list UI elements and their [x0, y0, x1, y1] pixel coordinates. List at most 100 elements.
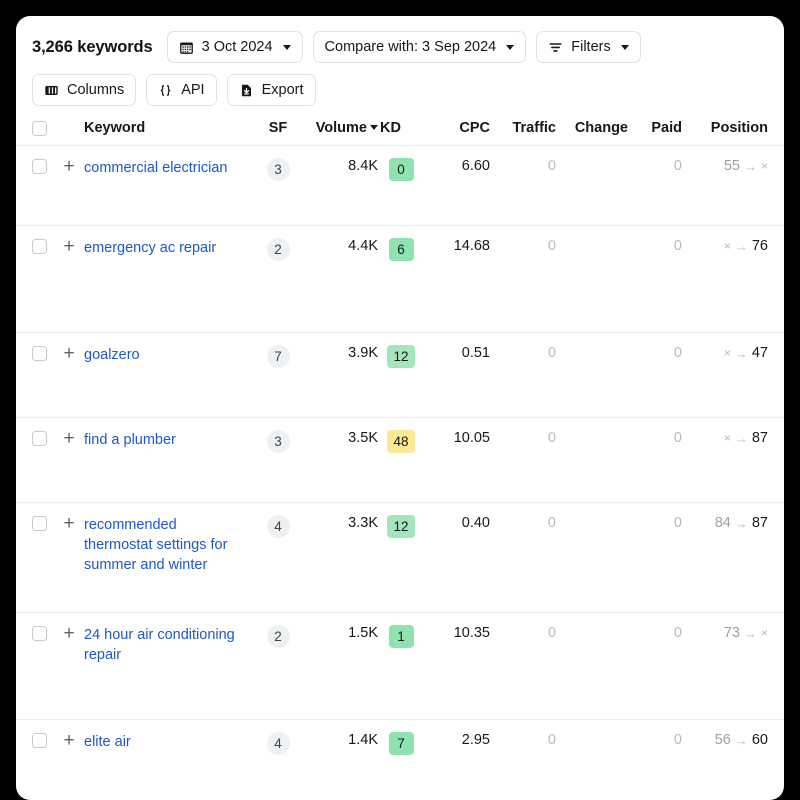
- header-sf[interactable]: SF: [250, 120, 306, 136]
- filters-button[interactable]: Filters: [536, 31, 641, 63]
- paid-cell: 0: [673, 238, 682, 254]
- export-label: Export: [261, 82, 304, 98]
- arrow-right-icon: →: [734, 515, 748, 531]
- traffic-cell: 0: [547, 515, 556, 531]
- table-row[interactable]: +24 hour air conditioning repair 2 1.5K 1 10…: [16, 613, 784, 720]
- kd-badge: 6: [388, 238, 414, 261]
- position-cell: 55 → ×: [682, 158, 768, 186]
- plus-icon[interactable]: +: [63, 429, 74, 448]
- select-all-checkbox-cell: [32, 120, 54, 136]
- row-checkbox-cell: [32, 625, 54, 653]
- position-before: ×: [723, 346, 731, 360]
- kd-badge: 1: [388, 625, 414, 648]
- plus-icon[interactable]: +: [63, 237, 74, 256]
- row-checkbox[interactable]: [32, 159, 47, 174]
- plus-icon[interactable]: +: [63, 344, 74, 363]
- cpc-cell: 6.60: [461, 158, 490, 174]
- volume-cell: 3.5K: [348, 430, 378, 446]
- table-row[interactable]: + find a plumber 3 3.5K 48 10.05 0 0 × → 87: [16, 418, 784, 503]
- header-paid[interactable]: Paid: [628, 120, 682, 136]
- position-after: 60: [751, 732, 768, 748]
- kd-cell: 6: [378, 238, 424, 273]
- add-keyword-cell: +: [54, 514, 84, 544]
- plus-icon[interactable]: +: [63, 157, 74, 176]
- row-checkbox-cell: [32, 345, 54, 373]
- row-checkbox[interactable]: [32, 626, 47, 641]
- row-checkbox[interactable]: [32, 346, 47, 361]
- header-position[interactable]: Position: [682, 120, 768, 136]
- paid-cell: 0: [673, 732, 682, 748]
- table-row[interactable]: + elite air 4 1.4K 7 2.95 0 0 56 → 60: [16, 720, 784, 767]
- table-header-row: Keyword SF Volume KD CPC Traffic Change …: [16, 110, 784, 146]
- position-cell: 73 → ×: [682, 625, 768, 653]
- position-before: 73: [723, 625, 740, 641]
- compare-date-button[interactable]: Compare with: 3 Sep 2024: [312, 31, 527, 63]
- keyword-link[interactable]: 24 hour air conditioning repair: [84, 627, 235, 663]
- cpc-cell: 0.51: [461, 345, 490, 361]
- cpc-cell: 2.95: [461, 732, 490, 748]
- row-checkbox[interactable]: [32, 239, 47, 254]
- plus-icon[interactable]: +: [63, 514, 74, 533]
- keyword-link[interactable]: emergency ac repair: [84, 240, 216, 256]
- header-kd[interactable]: KD: [378, 120, 424, 136]
- header-traffic[interactable]: Traffic: [490, 120, 556, 136]
- chevron-down-icon: [506, 44, 515, 50]
- paid-cell: 0: [673, 158, 682, 174]
- table-row[interactable]: + commercial electrician 3 8.4K 0 6.60 0 0 55 → ×: [16, 146, 784, 226]
- paid-cell: 0: [673, 515, 682, 531]
- keyword-link[interactable]: recommended thermostat settings for summ…: [84, 517, 227, 573]
- select-all-checkbox[interactable]: [32, 120, 47, 136]
- keyword-link[interactable]: elite air: [84, 734, 131, 750]
- arrow-right-icon: →: [734, 238, 748, 254]
- header-keyword[interactable]: Keyword: [84, 120, 250, 136]
- kd-cell: 0: [378, 158, 424, 193]
- position-cell: × → 87: [682, 430, 768, 458]
- position-cell: × → 47: [682, 345, 768, 373]
- table-row[interactable]: + goalzero 7 3.9K 12 0.51 0 0 × → 47: [16, 333, 784, 418]
- cpc-cell: 10.05: [453, 430, 490, 446]
- position-cell: × → 76: [682, 238, 768, 266]
- export-button[interactable]: Export: [226, 74, 316, 106]
- add-keyword-cell: +: [54, 237, 84, 267]
- position-cell: 84 → 87: [682, 515, 768, 543]
- keyword-link[interactable]: find a plumber: [84, 432, 176, 448]
- plus-icon[interactable]: +: [63, 731, 74, 750]
- header-change[interactable]: Change: [556, 120, 628, 136]
- plus-icon[interactable]: +: [63, 624, 74, 643]
- traffic-cell: 0: [547, 158, 556, 174]
- api-button[interactable]: API: [146, 74, 217, 106]
- change-cell: [556, 732, 628, 744]
- table-row[interactable]: + recommended thermostat settings for sum…: [16, 503, 784, 613]
- keyword-link[interactable]: goalzero: [84, 347, 140, 363]
- filters-label: Filters: [571, 39, 611, 55]
- arrow-right-icon: →: [743, 625, 757, 641]
- header-cpc[interactable]: CPC: [424, 120, 490, 136]
- position-before: 55: [723, 158, 740, 174]
- date-picker-button[interactable]: 3 Oct 2024: [166, 31, 303, 63]
- keyword-cell: emergency ac repair: [84, 238, 250, 270]
- sf-cell: 3: [250, 158, 306, 193]
- row-checkbox[interactable]: [32, 431, 47, 446]
- kd-badge: 12: [387, 515, 415, 538]
- sf-badge: 7: [266, 345, 290, 368]
- kd-cell: 12: [378, 515, 424, 550]
- filter-icon: [548, 40, 563, 55]
- cpc-cell: 10.35: [453, 625, 490, 641]
- volume-cell: 1.4K: [348, 732, 378, 748]
- columns-button[interactable]: Columns: [32, 74, 137, 106]
- row-checkbox[interactable]: [32, 516, 47, 531]
- sf-cell: 2: [250, 625, 306, 660]
- row-checkbox-cell: [32, 158, 54, 186]
- position-after: 87: [751, 430, 768, 446]
- table-row[interactable]: + emergency ac repair 2 4.4K 6 14.68 0 0 × → 76: [16, 226, 784, 333]
- position-after: 87: [751, 515, 768, 531]
- row-checkbox[interactable]: [32, 733, 47, 748]
- arrow-right-icon: →: [734, 345, 748, 361]
- row-checkbox-cell: [32, 732, 54, 760]
- table-body: + commercial electrician 3 8.4K 0 6.60 0 0 55 → × +…: [16, 146, 784, 767]
- keyword-cell: find a plumber: [84, 430, 250, 462]
- kd-badge: 0: [388, 158, 414, 181]
- header-volume[interactable]: Volume: [306, 120, 378, 136]
- sf-badge: 2: [266, 238, 290, 261]
- keyword-link[interactable]: commercial electrician: [84, 160, 227, 176]
